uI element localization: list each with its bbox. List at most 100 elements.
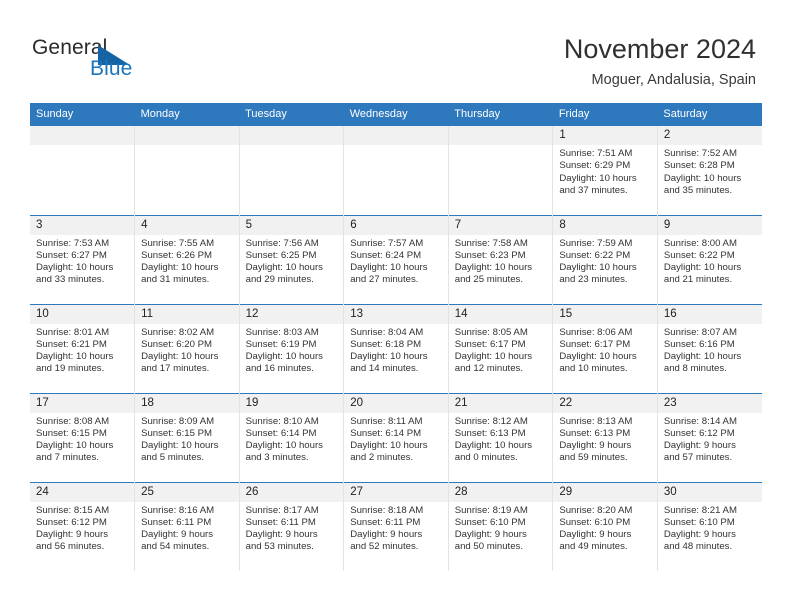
- calendar-week-row: 17 Sunrise: 8:08 AM Sunset: 6:15 PM Dayligh…: [30, 392, 762, 482]
- calendar-day-cell[interactable]: 2 Sunrise: 7:52 AM Sunset: 6:28 PM Daylight…: [657, 126, 762, 215]
- day-number: 7: [448, 215, 553, 235]
- day-number: 1: [553, 126, 657, 145]
- calendar-day-cell[interactable]: 12 Sunrise: 8:03 AM Sunset: 6:19 PM Dayligh…: [239, 303, 345, 393]
- daylight-text-line1: Daylight: 9 hours: [559, 529, 632, 541]
- calendar-day-cell[interactable]: 22 Sunrise: 8:13 AM Sunset: 6:13 PM Dayligh…: [552, 392, 658, 482]
- sunrise-text: Sunrise: 7:55 AM: [141, 237, 215, 249]
- daylight-text-line1: Daylight: 10 hours: [36, 262, 114, 274]
- daylight-text-line1: Daylight: 10 hours: [350, 262, 428, 274]
- daylight-text-line1: Daylight: 9 hours: [350, 529, 423, 541]
- calendar-day-cell[interactable]: 3 Sunrise: 7:53 AM Sunset: 6:27 PM Daylight…: [30, 214, 136, 304]
- day-number: 22: [553, 393, 657, 413]
- calendar-day-cell[interactable]: 5 Sunrise: 7:56 AM Sunset: 6:25 PM Daylight…: [239, 214, 345, 304]
- page-title: November 2024: [563, 34, 756, 64]
- calendar-day-cell[interactable]: 14 Sunrise: 8:05 AM Sunset: 6:17 PM Dayligh…: [448, 303, 554, 393]
- calendar-header-row: Sunday Monday Tuesday Wednesday Thursday…: [30, 103, 762, 126]
- calendar-day-cell[interactable]: 29 Sunrise: 8:20 AM Sunset: 6:10 PM Dayligh…: [552, 481, 658, 571]
- daylight-text-line2: and 7 minutes.: [36, 452, 99, 464]
- daylight-text-line1: Daylight: 10 hours: [663, 262, 742, 274]
- sunrise-text: Sunrise: 8:12 AM: [454, 415, 528, 427]
- sunrise-text: Sunrise: 8:10 AM: [245, 415, 319, 427]
- sunrise-text: Sunrise: 7:56 AM: [245, 237, 319, 249]
- day-number: 10: [30, 304, 135, 324]
- sunset-text: Sunset: 6:26 PM: [141, 249, 212, 261]
- day-number: 18: [135, 393, 239, 413]
- calendar-cell-empty: [30, 126, 136, 215]
- daylight-text-line2: and 16 minutes.: [245, 363, 314, 375]
- calendar-day-cell[interactable]: 23 Sunrise: 8:14 AM Sunset: 6:12 PM Dayligh…: [657, 392, 762, 482]
- sunset-text: Sunset: 6:19 PM: [245, 338, 317, 350]
- sunset-text: Sunset: 6:23 PM: [454, 249, 526, 261]
- calendar-day-cell[interactable]: 17 Sunrise: 8:08 AM Sunset: 6:15 PM Dayligh…: [30, 392, 136, 482]
- day-sun-info: Sunrise: 7:53 AM Sunset: 6:27 PM Daylight:…: [30, 235, 134, 287]
- calendar-day-cell[interactable]: 6 Sunrise: 7:57 AM Sunset: 6:24 PM Daylight…: [343, 214, 449, 304]
- day-sun-info: Sunrise: 8:12 AM Sunset: 6:13 PM Daylight:…: [449, 413, 553, 465]
- calendar-day-cell[interactable]: 18 Sunrise: 8:09 AM Sunset: 6:15 PM Dayligh…: [134, 392, 240, 482]
- calendar-day-cell[interactable]: 10 Sunrise: 8:01 AM Sunset: 6:21 PM Dayligh…: [30, 303, 136, 393]
- daylight-text-line2: and 53 minutes.: [245, 541, 314, 553]
- day-number: 19: [239, 393, 344, 413]
- daylight-text-line2: and 23 minutes.: [559, 274, 628, 286]
- daylight-text-line2: and 50 minutes.: [454, 541, 524, 553]
- sunset-text: Sunset: 6:16 PM: [663, 338, 735, 350]
- sunrise-text: Sunrise: 8:04 AM: [350, 326, 424, 338]
- calendar-day-cell[interactable]: 21 Sunrise: 8:12 AM Sunset: 6:13 PM Dayligh…: [448, 392, 554, 482]
- daylight-text-line2: and 52 minutes.: [350, 541, 419, 553]
- calendar-day-cell[interactable]: 19 Sunrise: 8:10 AM Sunset: 6:14 PM Dayligh…: [239, 392, 345, 482]
- day-number: 14: [448, 304, 553, 324]
- sunrise-text: Sunrise: 8:13 AM: [559, 415, 633, 427]
- calendar-day-cell[interactable]: 26 Sunrise: 8:17 AM Sunset: 6:11 PM Dayligh…: [239, 481, 345, 571]
- daylight-text-line1: Daylight: 9 hours: [663, 440, 736, 452]
- calendar-day-cell[interactable]: 1 Sunrise: 7:51 AM Sunset: 6:29 PM Daylight…: [552, 126, 658, 215]
- brand-logo[interactable]: General Blue: [32, 36, 212, 86]
- sunrise-text: Sunrise: 8:00 AM: [663, 237, 737, 249]
- daylight-text-line2: and 21 minutes.: [663, 274, 733, 286]
- daylight-text-line1: Daylight: 10 hours: [141, 440, 219, 452]
- weekday-header-thursday: Thursday: [448, 103, 553, 126]
- calendar-day-cell[interactable]: 8 Sunrise: 7:59 AM Sunset: 6:22 PM Daylight…: [552, 214, 658, 304]
- sunrise-text: Sunrise: 8:07 AM: [663, 326, 737, 338]
- sunrise-text: Sunrise: 8:08 AM: [36, 415, 110, 427]
- calendar-week-row: 10 Sunrise: 8:01 AM Sunset: 6:21 PM Dayligh…: [30, 303, 762, 393]
- day-sun-info: Sunrise: 8:08 AM Sunset: 6:15 PM Daylight:…: [30, 413, 134, 465]
- calendar-day-cell[interactable]: 16 Sunrise: 8:07 AM Sunset: 6:16 PM Dayligh…: [657, 303, 762, 393]
- sunset-text: Sunset: 6:10 PM: [559, 516, 631, 528]
- daylight-text-line2: and 59 minutes.: [559, 452, 628, 464]
- calendar-day-cell[interactable]: 15 Sunrise: 8:06 AM Sunset: 6:17 PM Dayligh…: [552, 303, 658, 393]
- calendar-day-cell[interactable]: 27 Sunrise: 8:18 AM Sunset: 6:11 PM Dayligh…: [343, 481, 449, 571]
- sunrise-text: Sunrise: 8:17 AM: [245, 504, 319, 516]
- daylight-text-line2: and 12 minutes.: [454, 363, 524, 375]
- calendar-day-cell[interactable]: 9 Sunrise: 8:00 AM Sunset: 6:22 PM Daylight…: [657, 214, 762, 304]
- day-sun-info: Sunrise: 7:55 AM Sunset: 6:26 PM Daylight:…: [135, 235, 239, 287]
- calendar-day-cell[interactable]: 28 Sunrise: 8:19 AM Sunset: 6:10 PM Dayligh…: [448, 481, 554, 571]
- sunset-text: Sunset: 6:11 PM: [141, 516, 212, 528]
- daylight-text-line1: Daylight: 10 hours: [350, 440, 428, 452]
- daylight-text-line2: and 49 minutes.: [559, 541, 628, 553]
- calendar-day-cell[interactable]: 20 Sunrise: 8:11 AM Sunset: 6:14 PM Dayligh…: [343, 392, 449, 482]
- day-sun-info: Sunrise: 8:18 AM Sunset: 6:11 PM Daylight:…: [344, 502, 448, 554]
- calendar-day-cell[interactable]: 24 Sunrise: 8:15 AM Sunset: 6:12 PM Dayligh…: [30, 481, 136, 571]
- sunrise-text: Sunrise: 8:18 AM: [350, 504, 424, 516]
- daylight-text-line1: Daylight: 10 hours: [141, 351, 219, 363]
- day-number: [448, 126, 553, 145]
- calendar-day-cell[interactable]: 30 Sunrise: 8:21 AM Sunset: 6:10 PM Dayligh…: [657, 481, 762, 571]
- daylight-text-line1: Daylight: 10 hours: [559, 172, 637, 184]
- day-sun-info: Sunrise: 8:15 AM Sunset: 6:12 PM Daylight:…: [30, 502, 134, 554]
- calendar-day-cell[interactable]: 11 Sunrise: 8:02 AM Sunset: 6:20 PM Dayligh…: [134, 303, 240, 393]
- sunrise-text: Sunrise: 8:06 AM: [559, 326, 633, 338]
- sunset-text: Sunset: 6:15 PM: [36, 427, 107, 439]
- sunset-text: Sunset: 6:20 PM: [141, 338, 212, 350]
- sunset-text: Sunset: 6:15 PM: [141, 427, 212, 439]
- daylight-text-line2: and 54 minutes.: [141, 541, 210, 553]
- daylight-text-line2: and 8 minutes.: [663, 363, 727, 375]
- sunset-text: Sunset: 6:13 PM: [454, 427, 526, 439]
- daylight-text-line1: Daylight: 9 hours: [454, 529, 527, 541]
- calendar-day-cell[interactable]: 13 Sunrise: 8:04 AM Sunset: 6:18 PM Dayligh…: [343, 303, 449, 393]
- calendar-day-cell[interactable]: 25 Sunrise: 8:16 AM Sunset: 6:11 PM Dayligh…: [134, 481, 240, 571]
- title-block: November 2024 Moguer, Andalusia, Spain: [564, 32, 756, 91]
- calendar-day-cell[interactable]: 4 Sunrise: 7:55 AM Sunset: 6:26 PM Daylight…: [134, 214, 240, 304]
- sunrise-text: Sunrise: 7:57 AM: [350, 237, 424, 249]
- calendar-day-cell[interactable]: 7 Sunrise: 7:58 AM Sunset: 6:23 PM Daylight…: [448, 214, 554, 304]
- daylight-text-line2: and 35 minutes.: [663, 184, 733, 196]
- daylight-text-line2: and 14 minutes.: [350, 363, 419, 375]
